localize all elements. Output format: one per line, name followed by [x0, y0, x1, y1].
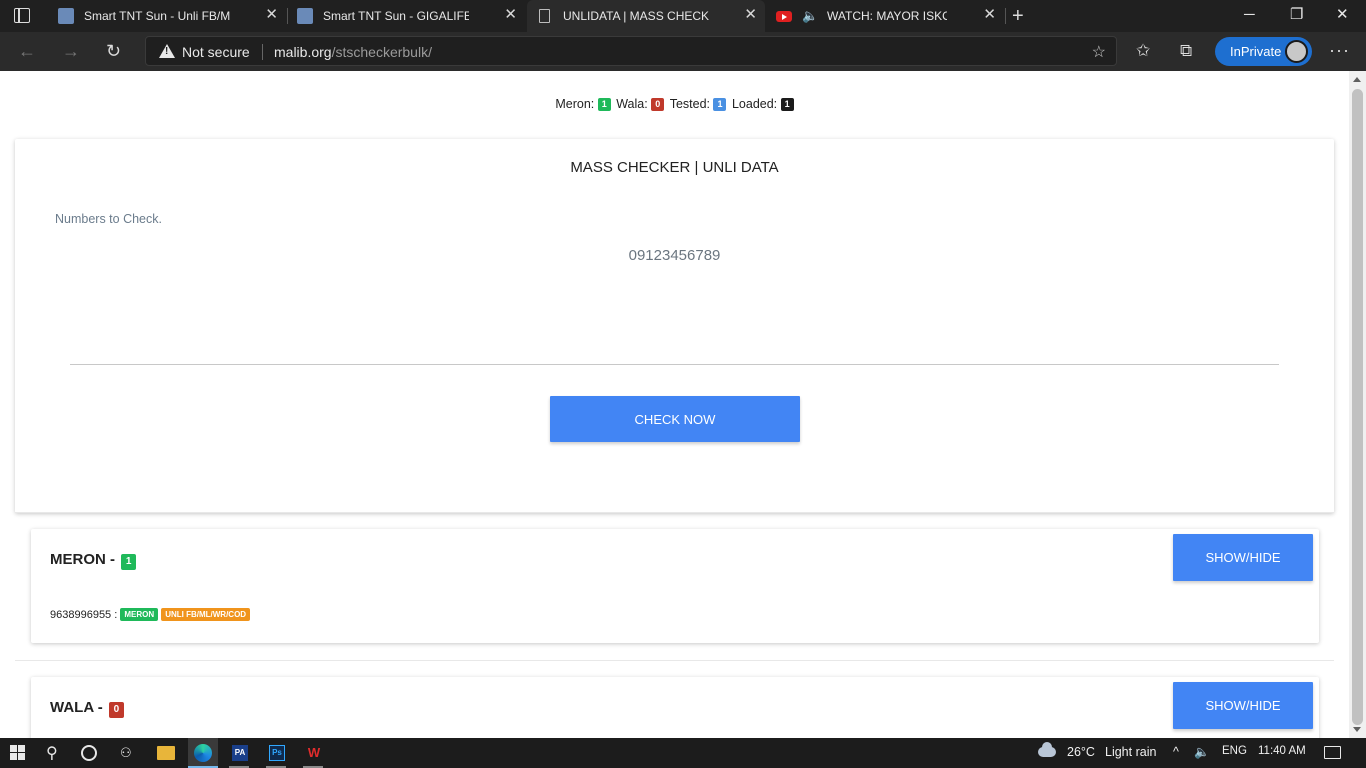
- tested-stat-label: Tested:: [669, 97, 710, 111]
- scroll-thumb[interactable]: [1352, 89, 1363, 725]
- meron-show-hide-button[interactable]: SHOW/HIDE: [1173, 534, 1313, 581]
- page-viewport: Meron: 1 Wala: 0 Tested: 1 Loaded: 1 MAS…: [0, 71, 1349, 738]
- close-window-icon[interactable]: ✕: [1336, 6, 1349, 24]
- warning-icon[interactable]: [159, 44, 175, 58]
- address-bar[interactable]: Not secure malib.org/stscheckerbulk/ ☆: [145, 36, 1117, 66]
- wala-stat-label: Wala:: [616, 97, 648, 111]
- tab-strip: Smart TNT Sun - Unli FB/ML/COD ✕ Smart T…: [0, 0, 1366, 32]
- result-status-tag: MERON: [120, 608, 159, 621]
- security-label[interactable]: Not secure: [182, 44, 250, 60]
- restore-icon[interactable]: ❐: [1290, 6, 1303, 24]
- check-now-button[interactable]: CHECK NOW: [550, 396, 800, 442]
- cortana-icon[interactable]: [81, 745, 97, 761]
- wala-results-title: WALA -: [50, 699, 103, 716]
- tab-title: Smart TNT Sun - Unli FB/ML/COD: [84, 9, 230, 23]
- tab-actions-icon[interactable]: [14, 8, 30, 23]
- wala-count-badge: 0: [651, 98, 665, 111]
- edge-browser-icon[interactable]: [194, 744, 212, 762]
- section-divider: [15, 660, 1334, 661]
- loaded-stat-label: Loaded:: [731, 97, 778, 111]
- mass-checker-card: MASS CHECKER | UNLI DATA Numbers to Chec…: [15, 139, 1334, 513]
- file-explorer-icon[interactable]: [157, 746, 175, 760]
- tray-chevron-icon[interactable]: ^: [1173, 745, 1179, 759]
- section-divider: [15, 512, 1334, 513]
- close-tab-icon[interactable]: ✕: [265, 7, 278, 23]
- power-automate-icon[interactable]: PA: [232, 745, 248, 761]
- scroll-up-icon[interactable]: [1353, 77, 1361, 82]
- url-path: /stscheckerbulk/: [331, 44, 432, 60]
- site-favicon-icon: [297, 8, 313, 24]
- weather-cloud-icon[interactable]: [1038, 742, 1056, 757]
- wala-results-heading: WALA - 0: [50, 699, 124, 718]
- forward-icon[interactable]: →: [62, 41, 80, 61]
- search-icon[interactable]: ⚲: [46, 743, 68, 763]
- url-host: malib.org: [274, 44, 332, 60]
- close-tab-icon[interactable]: ✕: [504, 7, 517, 23]
- wala-results-card: WALA - 0 SHOW/HIDE: [31, 677, 1319, 738]
- tab-smart-tnt-sun-unli[interactable]: Smart TNT Sun - Unli FB/ML/COD ✕: [48, 0, 286, 32]
- tab-title: WATCH: MAYOR ISKO MORENO: [827, 9, 947, 23]
- volume-icon[interactable]: 🔈: [1194, 745, 1210, 760]
- address-divider: [262, 44, 263, 60]
- meron-count-badge: 1: [597, 98, 611, 111]
- tested-count-badge: 1: [713, 98, 727, 111]
- wala-show-hide-button[interactable]: SHOW/HIDE: [1173, 682, 1313, 729]
- task-view-icon[interactable]: ⚇: [120, 745, 142, 765]
- loaded-count-badge: 1: [780, 98, 794, 111]
- browser-toolbar: ← → ↻ Not secure malib.org/stscheckerbul…: [0, 32, 1366, 71]
- add-favorite-icon[interactable]: ☆: [1092, 42, 1106, 62]
- tab-title: Smart TNT Sun - GIGALIFE UNLI: [323, 9, 469, 23]
- language-indicator[interactable]: ENG: [1222, 745, 1247, 757]
- photoshop-icon[interactable]: Ps: [269, 745, 285, 761]
- more-options-icon[interactable]: ···: [1329, 40, 1350, 61]
- new-tab-icon[interactable]: +: [1012, 4, 1024, 28]
- speaker-icon[interactable]: 🔈: [802, 8, 818, 24]
- back-icon[interactable]: ←: [18, 41, 36, 61]
- page-favicon-icon: [539, 9, 550, 23]
- inprivate-button[interactable]: InPrivate: [1215, 37, 1312, 66]
- profile-avatar: [1285, 40, 1308, 63]
- collections-icon[interactable]: ⧉: [1180, 41, 1192, 61]
- clock[interactable]: 11:40 AM: [1258, 745, 1306, 757]
- weather-condition[interactable]: Light rain: [1105, 745, 1156, 759]
- page-scrollbar[interactable]: [1349, 71, 1366, 738]
- minimize-icon[interactable]: ─: [1244, 6, 1255, 24]
- numbers-field-label: Numbers to Check.: [55, 212, 162, 226]
- wps-office-icon[interactable]: W: [306, 745, 322, 761]
- page-title: MASS CHECKER | UNLI DATA: [570, 159, 779, 176]
- refresh-icon[interactable]: ↻: [106, 41, 121, 61]
- tab-divider: [1005, 8, 1006, 24]
- windows-taskbar: ⚲ ⚇ PA Ps W 26°C Light rain ^ 🔈 ENG 11:4…: [0, 738, 1366, 768]
- numbers-textarea[interactable]: 09123456789: [70, 239, 1279, 365]
- result-number: 9638996955 :: [50, 609, 118, 621]
- wala-results-count-badge: 0: [108, 702, 124, 718]
- result-promo-tag: UNLI FB/ML/WR/COD: [161, 608, 251, 621]
- close-tab-icon[interactable]: ✕: [983, 7, 996, 23]
- meron-results-heading: MERON - 1: [50, 551, 137, 570]
- tab-title: UNLIDATA | MASS CHECKER: [563, 9, 709, 23]
- tab-unlidata-mass-checker[interactable]: UNLIDATA | MASS CHECKER ✕: [527, 0, 765, 32]
- meron-results-title: MERON -: [50, 551, 115, 568]
- meron-results-card: MERON - 1 SHOW/HIDE 9638996955 : MERON U…: [31, 529, 1319, 643]
- close-tab-icon[interactable]: ✕: [744, 7, 757, 23]
- tab-smart-tnt-sun-gigalife[interactable]: Smart TNT Sun - GIGALIFE UNLI ✕: [287, 0, 525, 32]
- windows-start-icon[interactable]: [10, 745, 26, 761]
- result-entry: 9638996955 : MERON UNLI FB/ML/WR/COD: [50, 608, 251, 621]
- inprivate-label: InPrivate: [1230, 44, 1282, 59]
- youtube-icon: [776, 11, 792, 22]
- url-text[interactable]: malib.org/stscheckerbulk/: [274, 44, 432, 60]
- notification-icon[interactable]: [1324, 746, 1341, 759]
- site-favicon-icon: [58, 8, 74, 24]
- scroll-down-icon[interactable]: [1353, 727, 1361, 732]
- weather-temperature[interactable]: 26°C: [1067, 745, 1095, 759]
- stats-bar: Meron: 1 Wala: 0 Tested: 1 Loaded: 1: [0, 97, 1349, 111]
- tab-watch-mayor-isko[interactable]: 🔈 WATCH: MAYOR ISKO MORENO ✕: [766, 0, 1004, 32]
- meron-results-count-badge: 1: [121, 554, 137, 570]
- favorites-icon[interactable]: ✩: [1136, 41, 1150, 61]
- meron-stat-label: Meron:: [555, 97, 595, 111]
